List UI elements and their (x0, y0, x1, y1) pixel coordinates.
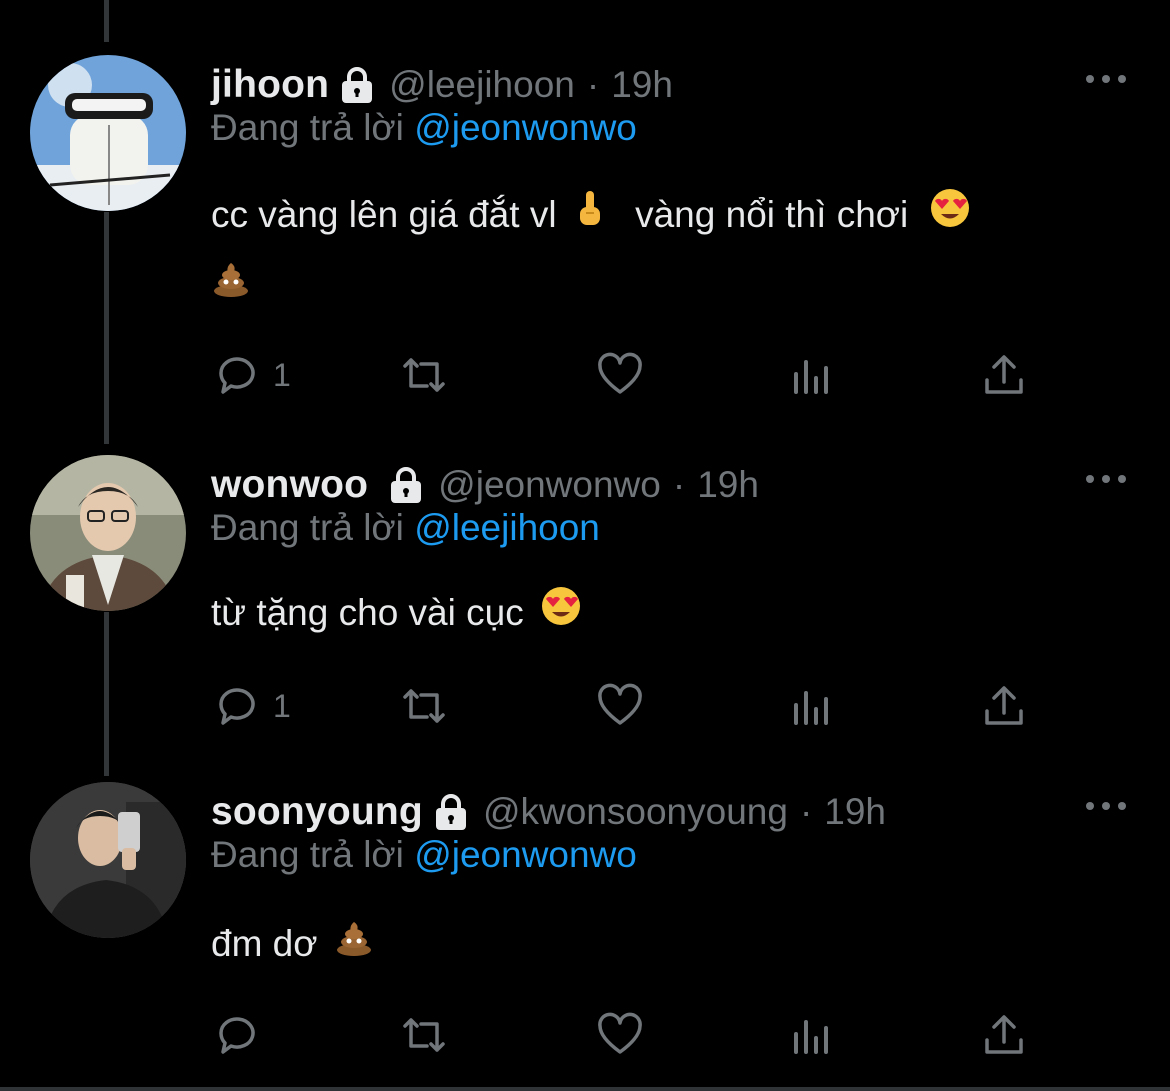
share-icon (985, 355, 1023, 394)
reply-button[interactable] (215, 1010, 273, 1060)
display-name[interactable]: soonyoung (211, 790, 423, 834)
tweet[interactable]: wonwoo @jeonwonwo · 19h Đang trả lời @le… (0, 455, 1170, 755)
tweet-text-part: từ tặng cho vài cục (211, 592, 524, 633)
retweet-icon (403, 358, 445, 392)
share-button[interactable] (981, 681, 1027, 731)
thread-line-top (104, 0, 109, 42)
replying-label: Đang trả lời (211, 834, 415, 875)
tweet-actions: 1 (211, 350, 1051, 400)
lock-icon (433, 793, 469, 831)
reply-icon (219, 688, 255, 725)
tweet[interactable]: jihoon @leejihoon · 19h Đang trả lời @je… (0, 55, 1170, 425)
tweet[interactable]: soonyoung @kwonsoonyoung · 19h Đang trả … (0, 782, 1170, 1082)
mention-link[interactable]: @jeonwonwo (414, 834, 637, 875)
heart-eyes-emoji (929, 177, 971, 257)
poop-emoji (211, 247, 251, 327)
like-button[interactable] (597, 681, 643, 731)
user-handle[interactable]: @jeonwonwo (438, 464, 661, 506)
heart-eyes-emoji (540, 575, 582, 655)
reply-icon (219, 1017, 255, 1054)
heart-icon (598, 683, 642, 725)
share-icon (985, 1015, 1023, 1054)
lock-icon (339, 66, 375, 104)
retweet-button[interactable] (401, 681, 447, 731)
more-options-icon[interactable] (1086, 459, 1126, 499)
analytics-icon (794, 691, 828, 725)
tweet-text: cc vàng lên giá đắt vl vàng nổi thì chơi (211, 175, 971, 257)
mention-link[interactable]: @leejihoon (414, 507, 600, 548)
avatar[interactable] (30, 455, 186, 611)
more-options-icon[interactable] (1086, 786, 1126, 826)
tweet-text-part: đm dơ (211, 923, 318, 964)
avatar[interactable] (30, 782, 186, 938)
lock-icon (388, 466, 424, 504)
reply-count: 1 (273, 356, 291, 393)
replying-to: Đang trả lời @leejihoon (211, 507, 600, 549)
separator-dot: · (799, 791, 813, 832)
user-handle[interactable]: @kwonsoonyoung (483, 791, 788, 833)
timestamp[interactable]: 19h (824, 791, 886, 833)
middle-finger-emoji (577, 177, 603, 257)
replying-to: Đang trả lời @jeonwonwo (211, 107, 637, 149)
tweet-header: jihoon @leejihoon · 19h (211, 55, 673, 115)
replying-to: Đang trả lời @jeonwonwo (211, 834, 637, 876)
separator-dot: · (586, 64, 600, 105)
heart-icon (598, 1012, 642, 1054)
like-button[interactable] (597, 350, 643, 400)
tweet-text-line2 (211, 245, 251, 327)
retweet-button[interactable] (401, 1010, 447, 1060)
replying-label: Đang trả lời (211, 107, 415, 148)
display-name[interactable]: wonwoo (211, 463, 368, 507)
tweet-text: từ tặng cho vài cục (211, 573, 582, 655)
retweet-icon (403, 689, 445, 723)
separator-dot: · (672, 464, 686, 505)
views-button[interactable] (789, 681, 835, 731)
like-button[interactable] (597, 1010, 643, 1060)
reply-button[interactable]: 1 (215, 350, 291, 400)
views-button[interactable] (789, 350, 835, 400)
reply-button[interactable]: 1 (215, 681, 291, 731)
tweet-text: đm dơ (211, 904, 374, 986)
views-button[interactable] (789, 1010, 835, 1060)
mention-link[interactable]: @jeonwonwo (414, 107, 637, 148)
retweet-icon (403, 1018, 445, 1052)
tweet-text-part: vàng nổi thì chơi (635, 194, 909, 235)
share-button[interactable] (981, 350, 1027, 400)
replying-label: Đang trả lời (211, 507, 415, 548)
share-button[interactable] (981, 1010, 1027, 1060)
tweet-actions (211, 1010, 1051, 1060)
display-name[interactable]: jihoon (211, 63, 329, 107)
analytics-icon (794, 1020, 828, 1054)
reply-icon (219, 357, 255, 394)
avatar[interactable] (30, 55, 186, 211)
divider (0, 1087, 1170, 1091)
timestamp[interactable]: 19h (697, 464, 759, 506)
user-handle[interactable]: @leejihoon (389, 64, 575, 106)
tweet-header: wonwoo @jeonwonwo · 19h (211, 455, 759, 515)
tweet-actions: 1 (211, 681, 1051, 731)
tweet-text-part: cc vàng lên giá đắt vl (211, 194, 557, 235)
share-icon (985, 686, 1023, 725)
analytics-icon (794, 360, 828, 394)
poop-emoji (334, 906, 374, 986)
heart-icon (598, 352, 642, 394)
timestamp[interactable]: 19h (611, 64, 673, 106)
retweet-button[interactable] (401, 350, 447, 400)
more-options-icon[interactable] (1086, 59, 1126, 99)
reply-count: 1 (273, 687, 291, 724)
tweet-header: soonyoung @kwonsoonyoung · 19h (211, 782, 886, 842)
